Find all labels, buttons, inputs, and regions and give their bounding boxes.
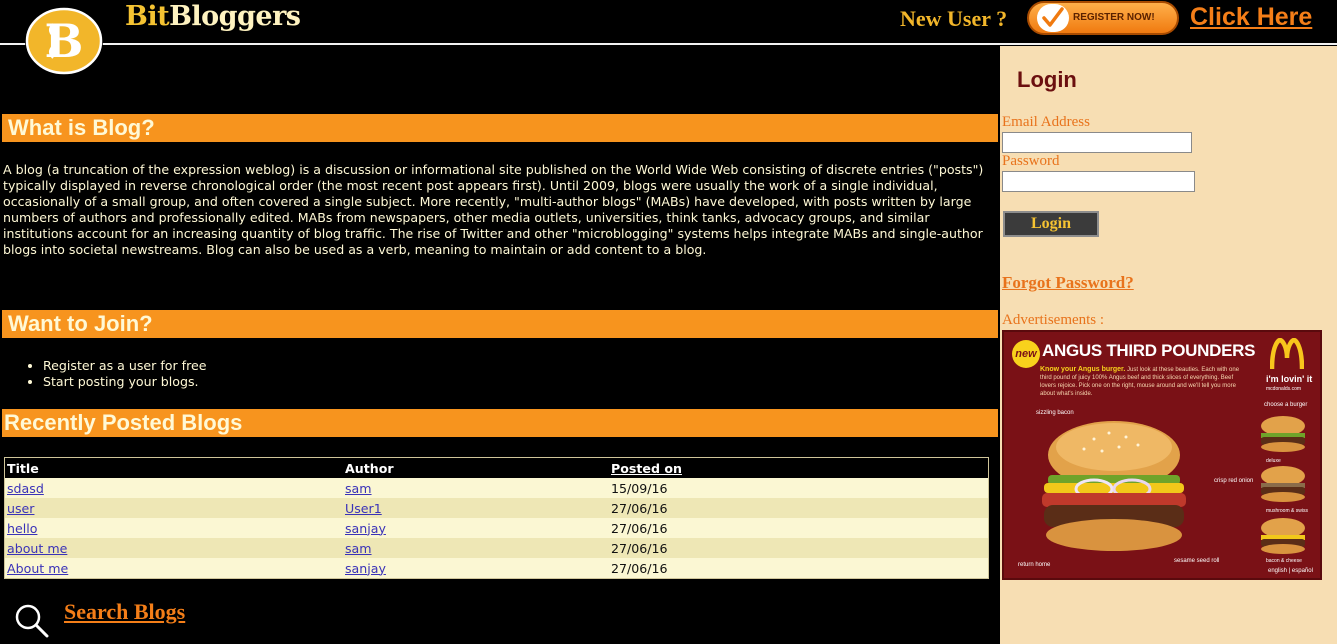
password-label: Password: [1002, 153, 1060, 169]
forgot-password-link[interactable]: Forgot Password?: [1002, 273, 1134, 293]
cell-title: sdasd: [4, 478, 343, 498]
mini-burger-mushroom-label: mushroom & swiss: [1266, 508, 1308, 514]
cell-author: sam: [343, 538, 609, 558]
cell-posted: 15/09/16: [609, 478, 989, 498]
header-divider: [0, 43, 1337, 45]
register-now-label: REGISTER NOW!: [1073, 12, 1155, 23]
ad-site: mcdonalds.com: [1266, 386, 1302, 392]
blog-author-link[interactable]: User1: [345, 501, 382, 516]
column-header-author: Author: [343, 457, 609, 478]
cell-author: sanjay: [343, 558, 609, 579]
search-blogs-link[interactable]: Search Blogs: [64, 599, 185, 625]
ad-tag-bacon: sizzling bacon: [1036, 410, 1074, 416]
header: B BitBloggers New User ? REGISTER NOW! C…: [0, 0, 1337, 75]
new-user-label: New User ?: [900, 6, 1008, 31]
table-row: hello sanjay 27/06/16: [4, 518, 989, 538]
what-is-blog-bar: What is Blog?: [2, 114, 998, 142]
blog-title-link[interactable]: hello: [7, 521, 37, 536]
ad-tag-roll: sesame seed roll: [1174, 558, 1220, 564]
blog-title-link[interactable]: About me: [7, 561, 68, 576]
blog-title-link[interactable]: about me: [7, 541, 67, 556]
table-row: about me sam 27/06/16: [4, 538, 989, 558]
blog-title-link[interactable]: sdasd: [7, 481, 44, 496]
cell-title: hello: [4, 518, 343, 538]
ad-choose-label: choose a burger: [1264, 402, 1308, 408]
recent-blogs-table: Title Author Posted on sdasd sam 15/09/1…: [4, 457, 989, 579]
golden-arches-icon: [1269, 337, 1305, 374]
ad-new-badge: new: [1012, 340, 1040, 368]
want-to-join-bar: Want to Join?: [2, 310, 998, 338]
table-header-row: Title Author Posted on: [4, 457, 989, 478]
ad-subtext-bold: Know your Angus burger.: [1040, 366, 1126, 373]
brand-bloggers: Bloggers: [169, 1, 301, 32]
join-list: Register as a user for free Start postin…: [2, 358, 206, 390]
email-label: Email Address: [1002, 114, 1090, 130]
login-sidebar: Login Email Address Password Login Forgo…: [1000, 46, 1337, 644]
table-row: user User1 27/06/16: [4, 498, 989, 518]
recent-blogs-bar: Recently Posted Blogs: [2, 409, 998, 437]
login-title: Login: [1017, 67, 1077, 92]
want-to-join-heading: Want to Join?: [8, 311, 153, 336]
cell-posted: 27/06/16: [609, 558, 989, 579]
blog-title-link[interactable]: user: [7, 501, 34, 516]
table-row: sdasd sam 15/09/16: [4, 478, 989, 498]
brand-title: BitBloggers: [125, 1, 301, 32]
ad-slogan: i'm lovin' it: [1266, 374, 1313, 384]
column-header-title: Title: [4, 457, 343, 478]
column-header-posted-on[interactable]: Posted on: [609, 457, 989, 478]
ad-tag-home[interactable]: return home: [1018, 562, 1050, 568]
login-button[interactable]: Login: [1003, 211, 1099, 237]
cell-author: sam: [343, 478, 609, 498]
cell-title: about me: [4, 538, 343, 558]
blog-author-link[interactable]: sanjay: [345, 521, 386, 536]
blog-author-link[interactable]: sanjay: [345, 561, 386, 576]
cell-title: About me: [4, 558, 343, 579]
advertisement-banner[interactable]: new ANGUS THIRD POUNDERS Know your Angus…: [1002, 330, 1322, 580]
cell-author: User1: [343, 498, 609, 518]
brand-bit: Bit: [125, 1, 170, 32]
burger-image-icon: [1034, 417, 1194, 561]
mini-burger-bacon-icon[interactable]: [1258, 518, 1308, 558]
checkmark-icon: [1037, 4, 1069, 32]
search-icon[interactable]: [14, 603, 50, 643]
join-item: Register as a user for free: [43, 358, 206, 374]
blog-author-link[interactable]: sam: [345, 541, 372, 556]
what-is-blog-text: A blog (a truncation of the expression w…: [3, 162, 984, 257]
join-item: Start posting your blogs.: [43, 374, 206, 390]
register-now-button[interactable]: REGISTER NOW!: [1027, 1, 1179, 35]
mini-burger-deluxe-label: deluxe: [1266, 458, 1281, 464]
mini-burger-mushroom-icon[interactable]: [1258, 466, 1308, 506]
cell-posted: 27/06/16: [609, 498, 989, 518]
cell-posted: 27/06/16: [609, 518, 989, 538]
recent-blogs-heading: Recently Posted Blogs: [4, 410, 243, 435]
mini-burger-bacon-label: bacon & cheese: [1266, 558, 1302, 564]
ad-tag-onion: crisp red onion: [1214, 478, 1254, 484]
svg-text:B: B: [45, 14, 84, 68]
ad-headline: ANGUS THIRD POUNDERS: [1042, 341, 1256, 360]
click-here-link[interactable]: Click Here: [1190, 3, 1312, 32]
what-is-blog-heading: What is Blog?: [8, 115, 155, 140]
table-row: About me sanjay 27/06/16: [4, 558, 989, 579]
main-content: What is Blog? A blog (a truncation of th…: [2, 46, 998, 644]
email-field[interactable]: [1002, 132, 1192, 153]
ad-subtext: Know your Angus burger. Just look at the…: [1040, 366, 1245, 398]
ad-language-switch[interactable]: english | español: [1268, 568, 1313, 574]
cell-posted: 27/06/16: [609, 538, 989, 558]
advertisements-label: Advertisements :: [1002, 312, 1105, 328]
cell-author: sanjay: [343, 518, 609, 538]
password-field[interactable]: [1002, 171, 1195, 192]
mini-burger-deluxe-icon[interactable]: [1258, 416, 1308, 456]
blog-author-link[interactable]: sam: [345, 481, 372, 496]
cell-title: user: [4, 498, 343, 518]
bitbloggers-logo-icon[interactable]: B: [23, 4, 105, 76]
